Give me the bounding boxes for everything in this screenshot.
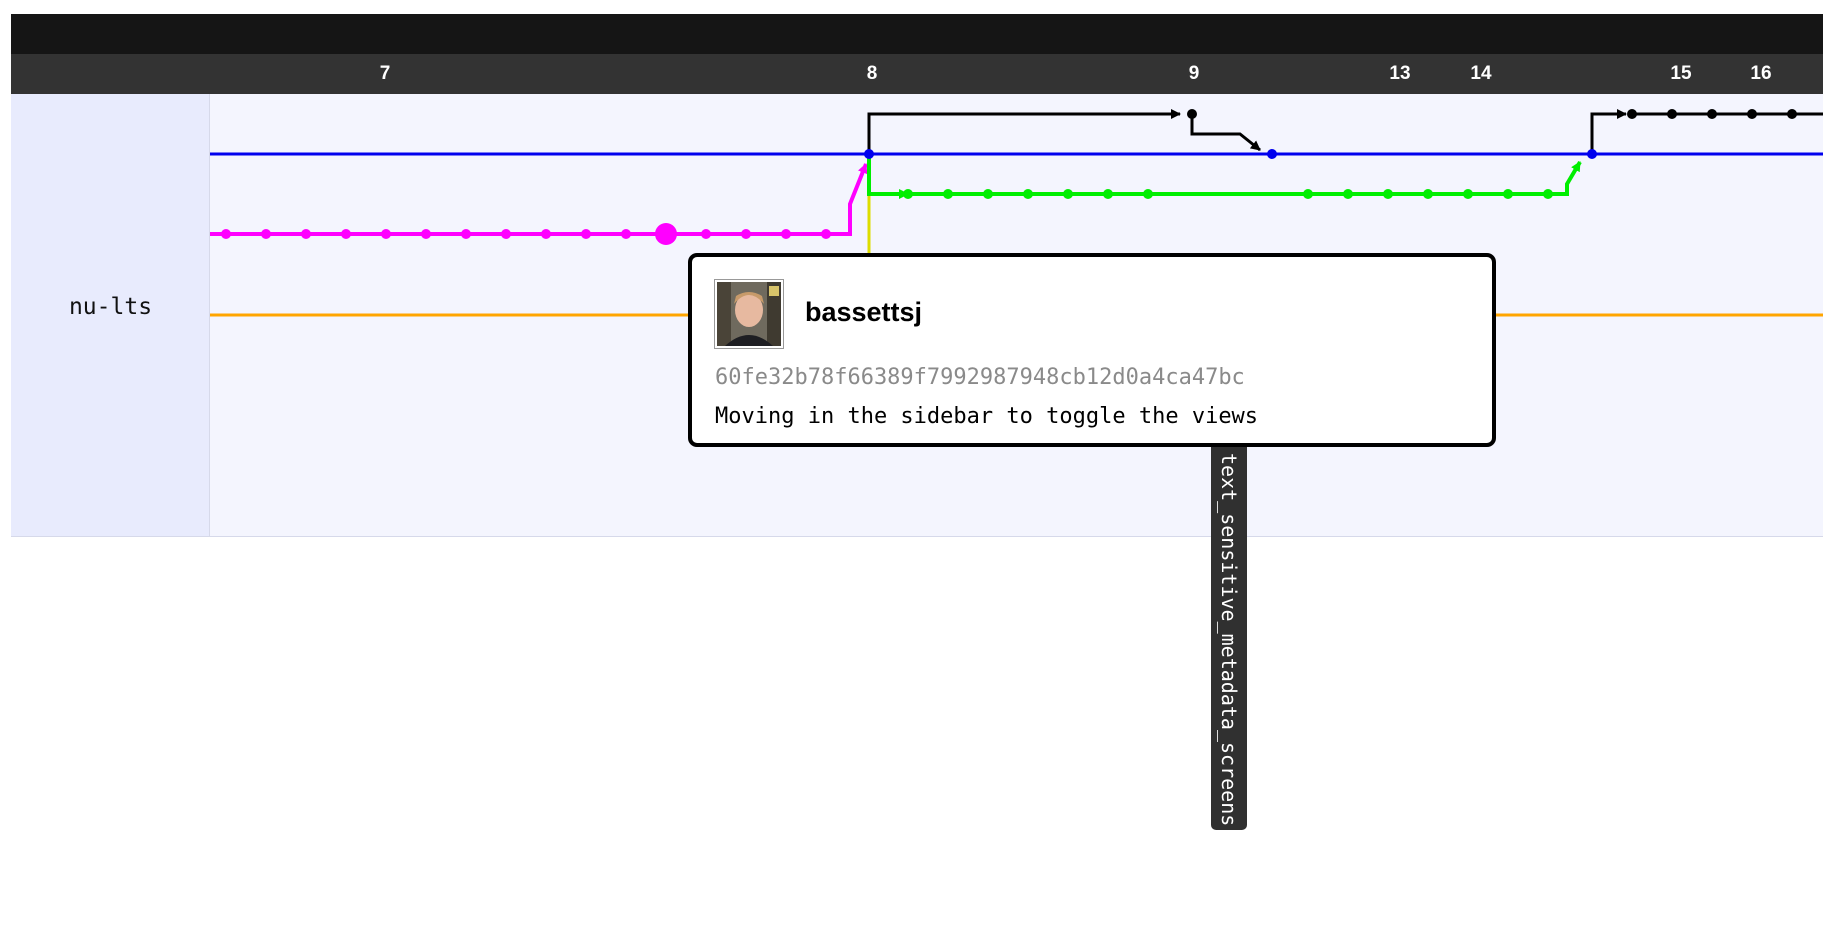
- lane-green: [867, 154, 1582, 199]
- day-label: 16: [1750, 63, 1772, 84]
- day-label: 8: [866, 63, 878, 84]
- commit-author: bassettsj: [805, 297, 923, 327]
- lane-feature: [210, 163, 868, 245]
- branch-owner-panel: nu-lts: [11, 94, 210, 537]
- commit-message: Moving in the sidebar to toggle the view…: [715, 404, 1259, 429]
- branch-ref-label-text: text_sensitive_metadata_screens: [1217, 453, 1241, 827]
- avatar-photo-icon: [717, 282, 781, 346]
- user-avatar: [714, 279, 784, 349]
- date-timeline-bar: 7 8 9 13 14 15 16: [11, 54, 1823, 94]
- merge-node: [1267, 149, 1277, 159]
- graph-header-bar: [11, 14, 1823, 54]
- commit-sha: 60fe32b78f66389f7992987948cb12d0a4ca47bc: [715, 365, 1245, 390]
- commit-tooltip: bassettsj 60fe32b78f66389f7992987948cb12…: [688, 253, 1496, 447]
- day-label: 14: [1470, 63, 1492, 84]
- lane-black: [867, 109, 1823, 154]
- selected-commit-node: [655, 223, 677, 245]
- branch-owner-label: nu-lts: [68, 294, 153, 320]
- branch-ref-label: text_sensitive_metadata_screens: [1211, 439, 1247, 830]
- merge-node: [864, 149, 874, 159]
- network-graph-view: 7 8 9 13 14 15 16 nu-lts text_sensitive_…: [0, 0, 1834, 936]
- day-label: 15: [1670, 63, 1692, 84]
- day-label: 13: [1389, 63, 1411, 84]
- day-label: 9: [1188, 63, 1200, 84]
- day-label: 7: [379, 63, 391, 84]
- merge-node: [1587, 149, 1597, 159]
